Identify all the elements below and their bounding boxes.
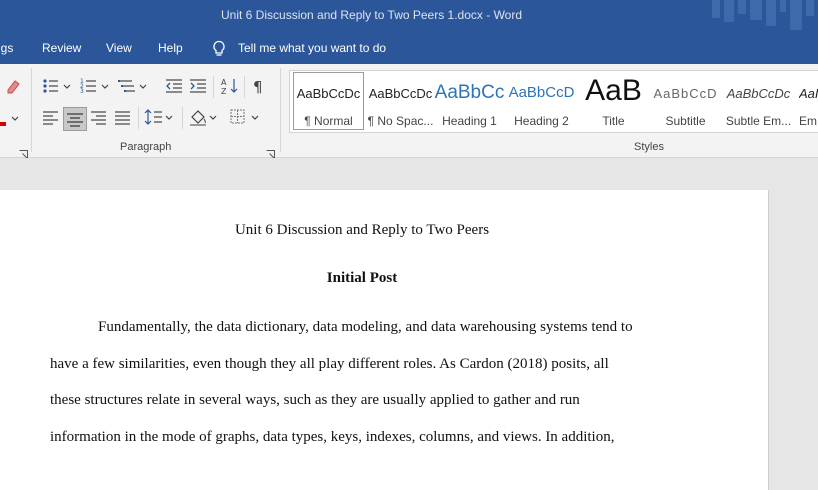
- align-center-icon: [67, 113, 83, 127]
- style-sample: AaI: [799, 86, 818, 101]
- svg-text:3: 3: [80, 88, 84, 95]
- line-spacing-icon: [144, 109, 173, 125]
- font-dialog-launcher[interactable]: [19, 144, 28, 159]
- style-sample: AaB: [585, 74, 642, 107]
- document-page[interactable]: Unit 6 Discussion and Reply to Two Peers…: [0, 190, 769, 490]
- tab-help[interactable]: Help: [158, 41, 183, 55]
- style-name: ¶ No Spac...: [367, 114, 434, 128]
- font-color-button[interactable]: [0, 108, 22, 128]
- style-name: Heading 2: [514, 114, 569, 128]
- style-name: Em: [799, 114, 817, 128]
- ribbon-tabs: ngs Review View Help Tell me what you wa…: [0, 32, 818, 64]
- style-sample: AaBbCcDc: [296, 86, 361, 101]
- style-name: Subtitle: [665, 114, 706, 128]
- ribbon: 123 A Z ¶ Paragraph AaBbCcDc ¶ Normal Aa…: [0, 64, 818, 159]
- tell-me-search[interactable]: Tell me what you want to do: [238, 41, 386, 55]
- window-title: Unit 6 Discussion and Reply to Two Peers…: [221, 8, 523, 22]
- align-right-button[interactable]: [88, 107, 110, 127]
- decrease-indent-button[interactable]: [164, 76, 186, 96]
- paragraph-group-label: Paragraph: [120, 141, 172, 153]
- bullet-list-icon: [43, 79, 71, 93]
- title-bar-decoration: [712, 0, 814, 30]
- paragraph-line: Fundamentally, the data dictionary, data…: [98, 319, 633, 335]
- shading-button[interactable]: [188, 107, 220, 127]
- eraser-icon: [7, 80, 20, 94]
- paragraph-line: have a few similarities, even though the…: [50, 356, 609, 372]
- paragraph-line: information in the mode of graphs, data …: [50, 429, 615, 445]
- font-color-icon: [0, 116, 19, 126]
- paint-bucket-icon: [190, 110, 217, 126]
- sort-button[interactable]: A Z: [219, 76, 241, 96]
- style-emphasis[interactable]: AaI Em: [795, 73, 818, 129]
- style-sample: AaBbCcD: [653, 86, 718, 101]
- tab-review[interactable]: Review: [42, 41, 81, 55]
- style-sample: AaBbCcDc: [368, 86, 433, 101]
- clear-formatting-button[interactable]: [2, 76, 24, 96]
- title-bar: Unit 6 Discussion and Reply to Two Peers…: [0, 0, 818, 32]
- style-title[interactable]: AaB Title: [578, 73, 649, 129]
- align-left-button[interactable]: [40, 107, 62, 127]
- tab-view[interactable]: View: [106, 41, 132, 55]
- style-sample: AaBbCcDc: [726, 86, 791, 101]
- style-name: ¶ Normal: [304, 114, 353, 128]
- decrease-indent-icon: [166, 79, 182, 93]
- paragraph-dialog-launcher[interactable]: [266, 144, 275, 159]
- increase-indent-icon: [190, 79, 206, 93]
- bullets-button[interactable]: [42, 76, 74, 96]
- style-heading-1[interactable]: AaBbCc Heading 1: [434, 73, 505, 129]
- button-separator: [213, 76, 214, 98]
- document-area: Unit 6 Discussion and Reply to Two Peers…: [0, 158, 818, 490]
- multilevel-list-icon: [118, 80, 147, 92]
- justify-button[interactable]: [112, 107, 134, 127]
- tab-references[interactable]: ngs: [0, 41, 13, 55]
- style-sample: AaBbCc: [434, 82, 505, 103]
- lightbulb-icon: [213, 40, 225, 56]
- sort-icon: A Z: [221, 78, 238, 96]
- svg-text:¶: ¶: [253, 78, 263, 96]
- group-separator: [31, 68, 32, 152]
- style-name: Title: [602, 114, 625, 128]
- numbering-button[interactable]: 123: [80, 76, 112, 96]
- styles-gallery: AaBbCcDc ¶ Normal AaBbCcDc ¶ No Spac... …: [289, 70, 818, 133]
- multilevel-list-button[interactable]: [118, 76, 150, 96]
- align-left-icon: [43, 111, 58, 125]
- center-button[interactable]: [63, 107, 87, 131]
- svg-text:A: A: [221, 78, 227, 87]
- button-separator: [182, 107, 183, 129]
- button-separator: [138, 107, 139, 129]
- style-sample: AaBbCcD: [508, 84, 575, 101]
- pilcrow-icon: ¶: [253, 78, 263, 96]
- justify-icon: [115, 111, 130, 125]
- style-no-spacing[interactable]: AaBbCcDc ¶ No Spac...: [365, 73, 436, 129]
- borders-button[interactable]: [228, 107, 262, 127]
- group-separator: [280, 68, 281, 152]
- document-title: Unit 6 Discussion and Reply to Two Peers: [234, 222, 490, 238]
- document-heading: Initial Post: [326, 270, 398, 286]
- svg-text:Z: Z: [221, 87, 227, 96]
- line-spacing-button[interactable]: [144, 107, 176, 127]
- style-name: Subtle Em...: [725, 114, 792, 128]
- style-heading-2[interactable]: AaBbCcD Heading 2: [506, 73, 577, 129]
- style-subtle-emphasis[interactable]: AaBbCcDc Subtle Em...: [723, 73, 794, 129]
- borders-icon: [230, 109, 259, 124]
- numbered-list-icon: 123: [80, 78, 109, 95]
- paragraph-line: these structures relate in several ways,…: [50, 392, 580, 408]
- button-separator: [244, 76, 245, 98]
- style-subtitle[interactable]: AaBbCcD Subtitle: [650, 73, 721, 129]
- increase-indent-button[interactable]: [188, 76, 210, 96]
- style-name: Heading 1: [442, 114, 497, 128]
- styles-group-label: Styles: [634, 141, 664, 153]
- style-normal[interactable]: AaBbCcDc ¶ Normal: [293, 72, 364, 130]
- show-hide-marks-button[interactable]: ¶: [249, 76, 271, 96]
- align-right-icon: [91, 111, 106, 125]
